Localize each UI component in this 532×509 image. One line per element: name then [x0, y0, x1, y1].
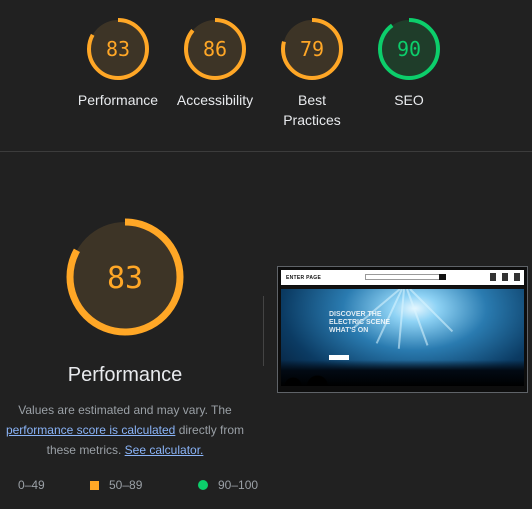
legend-average: 50–89 — [90, 478, 142, 492]
screenshot-hero-text: DISCOVER THE ELECTRIC SCENE WHAT'S ON — [329, 311, 390, 335]
screenshot-crowd — [281, 360, 524, 386]
performance-title: Performance — [67, 364, 183, 386]
square-icon — [90, 480, 99, 490]
gauge-accessibility-label: Accessibility — [176, 92, 254, 108]
circle-icon — [198, 480, 208, 490]
vertical-separator — [263, 296, 264, 366]
legend-pass-range: 90–100 — [218, 478, 259, 492]
screenshot-search-bar — [365, 274, 445, 280]
section-divider — [0, 151, 532, 152]
screenshot-header-icons — [490, 273, 520, 281]
screenshot-hero-line-3: WHAT'S ON — [329, 327, 369, 334]
gauge-performance-label: Performance — [77, 92, 159, 108]
gauge-best-practices-score: 79 — [300, 37, 324, 61]
gauge-performance-score: 83 — [106, 37, 130, 61]
gauge-seo-score: 90 — [397, 37, 421, 61]
gauge-seo[interactable]: 90 SEO — [359, 16, 459, 110]
performance-main-gauge: 83 — [66, 218, 184, 336]
gauge-accessibility[interactable]: 86 Accessibility — [165, 16, 265, 110]
see-calculator-link[interactable]: See calculator. — [125, 443, 204, 457]
screenshot-hero-line-2: ELECTRIC SCENE — [329, 319, 391, 326]
score-calculation-link[interactable]: performance score is calculated — [6, 423, 175, 437]
legend-fail: 0–49 — [0, 478, 45, 492]
performance-description: Values are estimated and may vary. The p… — [0, 400, 260, 460]
gauge-performance[interactable]: 83 Performance — [68, 16, 168, 110]
gauge-best-practices-ring: 79 — [281, 18, 343, 80]
legend-pass: 90–100 — [198, 478, 258, 492]
gauge-best-practices-label: Best Practices — [283, 92, 341, 128]
legend-fail-range: 0–49 — [18, 478, 45, 492]
screenshot-site-logo: ENTER PAGE — [286, 274, 322, 281]
gauge-seo-label: SEO — [394, 92, 424, 108]
legend-average-range: 50–89 — [109, 478, 143, 492]
gauge-best-practices[interactable]: 79 Best Practices — [262, 16, 362, 130]
gauge-accessibility-score: 86 — [203, 37, 227, 61]
screenshot-site-header: ENTER PAGE — [281, 270, 524, 285]
screenshot-search-icon — [439, 274, 446, 280]
final-screenshot[interactable]: ENTER PAGE DISCOVER THE ELECTRIC SCENE W… — [277, 266, 528, 393]
screenshot-hero-line-1: DISCOVER THE — [329, 311, 382, 318]
gauge-performance-ring: 83 — [87, 18, 149, 80]
gauge-seo-ring: 90 — [378, 18, 440, 80]
category-gauges: 83 Performance 86 Accessibility 79 Best … — [0, 0, 532, 152]
description-prefix: Values are estimated and may vary. The — [18, 403, 232, 417]
screenshot-hero-image: DISCOVER THE ELECTRIC SCENE WHAT'S ON — [281, 289, 524, 386]
gauge-accessibility-ring: 86 — [184, 18, 246, 80]
triangle-icon — [0, 480, 10, 490]
performance-main-score: 83 — [107, 261, 143, 296]
score-scale-legend: 0–49 50–89 90–100 — [0, 478, 280, 496]
